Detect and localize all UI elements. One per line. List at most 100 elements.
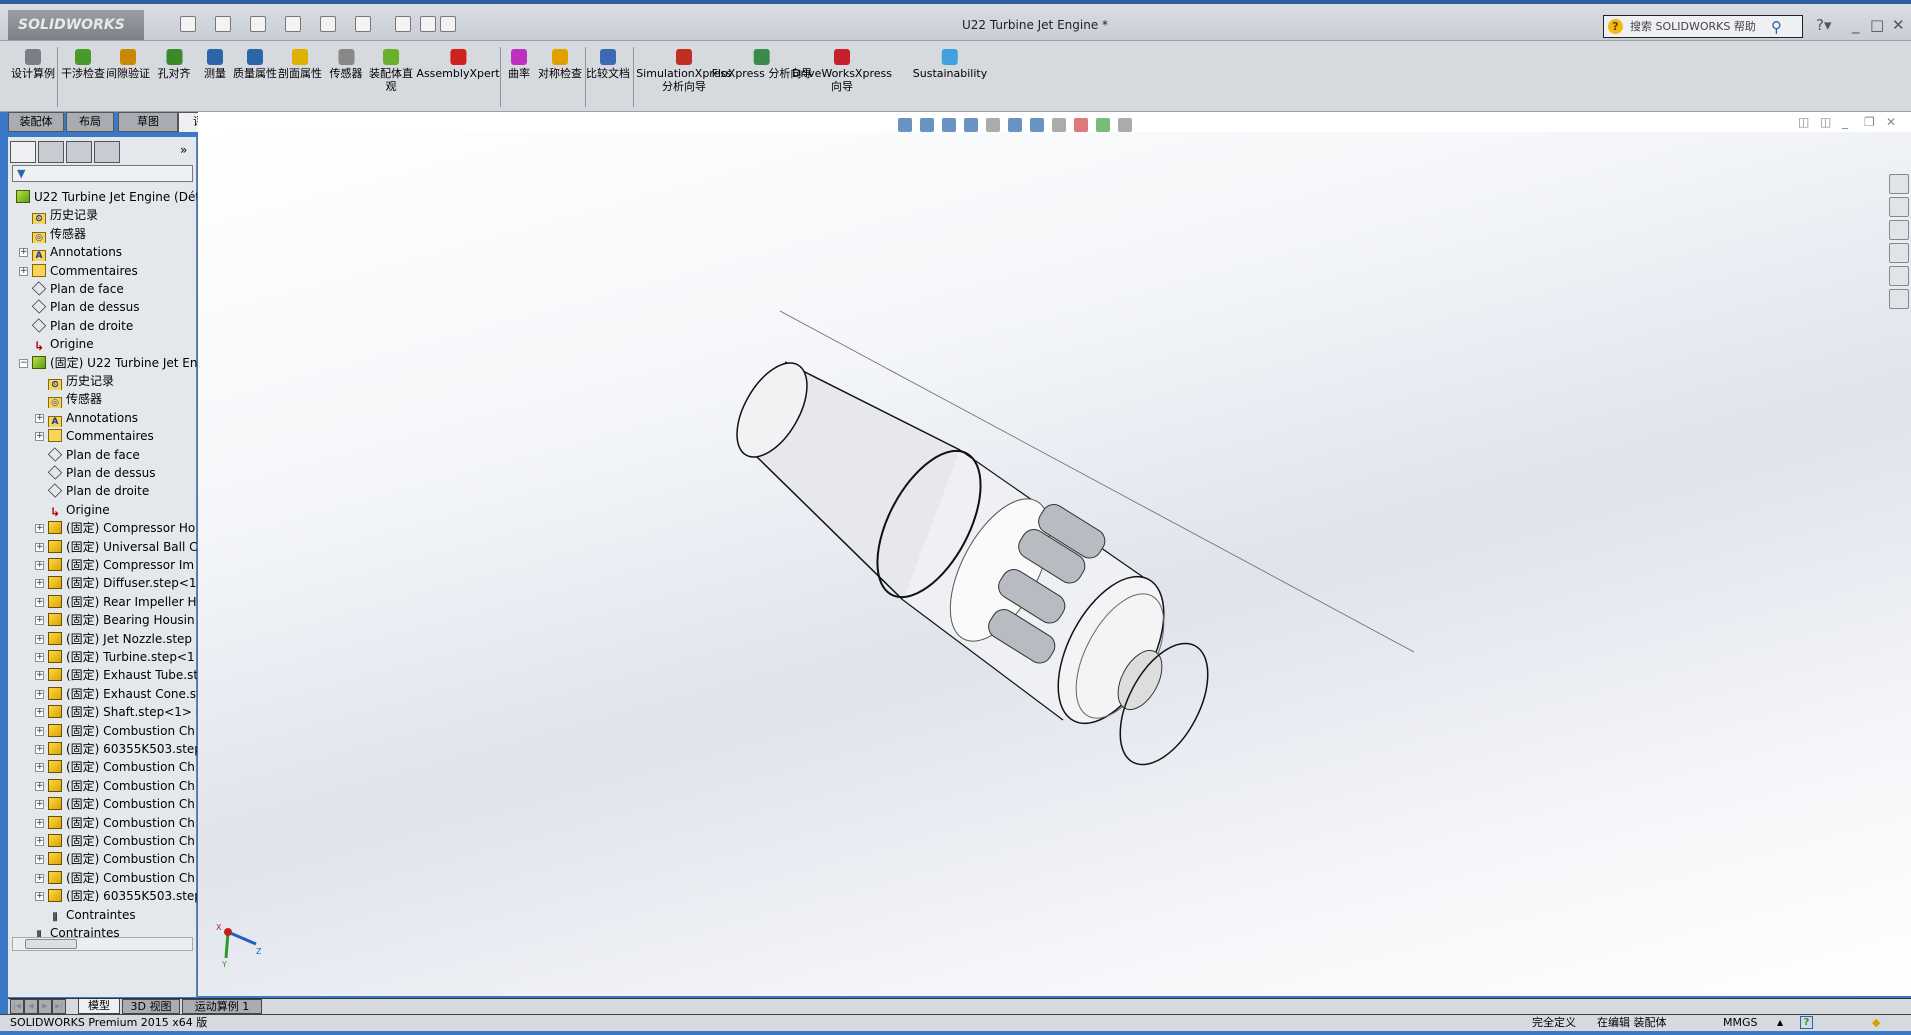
tab-nav-last-icon[interactable]: ▶| bbox=[52, 999, 66, 1014]
help-status-icon[interactable]: ? bbox=[1800, 1016, 1813, 1029]
tree-item[interactable]: (固定) Exhaust Cone.st bbox=[48, 685, 197, 703]
units-selector[interactable]: MMGS bbox=[1723, 1015, 1758, 1031]
units-dropdown-icon[interactable]: ▲ bbox=[1777, 1015, 1783, 1031]
print-icon[interactable] bbox=[285, 16, 301, 32]
expand-icon[interactable]: + bbox=[35, 763, 44, 773]
expand-icon[interactable]: + bbox=[35, 800, 44, 810]
expand-icon[interactable]: + bbox=[35, 873, 44, 883]
expand-icon[interactable]: + bbox=[35, 413, 44, 423]
file-explorer-icon[interactable] bbox=[1889, 220, 1909, 240]
bottom-tab-2[interactable]: 运动算例 1 bbox=[182, 999, 262, 1014]
tab-1[interactable]: 布局 bbox=[66, 112, 114, 132]
expand-icon[interactable]: + bbox=[35, 653, 44, 662]
ribbon-button-curvature[interactable]: 曲率 bbox=[508, 49, 530, 80]
tree-item[interactable]: (固定) Bearing Housin bbox=[48, 611, 197, 629]
ribbon-button-symmetry-check[interactable]: 对称检查 bbox=[538, 49, 582, 80]
tree-item[interactable]: ⏲ 历史记录 bbox=[48, 372, 197, 390]
ribbon-button-design-study[interactable]: 设计算例 bbox=[11, 49, 55, 80]
expand-icon[interactable]: + bbox=[19, 266, 28, 276]
expand-icon[interactable]: + bbox=[35, 726, 44, 736]
expand-icon[interactable]: + bbox=[35, 634, 44, 644]
search-icon[interactable]: ⚲ bbox=[1771, 17, 1782, 38]
save-icon[interactable] bbox=[250, 16, 266, 32]
tree-item[interactable]: (固定) Diffuser.step<1 bbox=[48, 574, 197, 592]
tree-item[interactable]: A Annotations bbox=[48, 409, 197, 427]
tree-item[interactable]: (固定) Combustion Ch bbox=[48, 758, 197, 776]
ribbon-button-section-properties[interactable]: 剖面属性 bbox=[278, 49, 322, 80]
tree-item[interactable]: (固定) Compressor Ho bbox=[48, 519, 197, 537]
property-manager-tab[interactable] bbox=[38, 141, 64, 163]
zoom-to-area-icon[interactable] bbox=[920, 118, 934, 132]
ribbon-button-compare-documents[interactable]: 比较文档 bbox=[586, 49, 630, 80]
bottom-tab-0[interactable]: 模型 bbox=[78, 999, 120, 1014]
ribbon-button-driveworksxpress[interactable]: DriveWorksXpress 向导 bbox=[787, 49, 897, 93]
tab-nav-next-icon[interactable]: ▶ bbox=[38, 999, 52, 1014]
expand-icon[interactable]: + bbox=[35, 432, 44, 442]
tab-nav-first-icon[interactable]: |◀ bbox=[10, 999, 24, 1014]
filter-icon[interactable]: ▼ bbox=[13, 167, 25, 180]
tile-right-icon[interactable]: ◫ bbox=[1820, 115, 1831, 129]
tree-item[interactable]: Plan de dessus bbox=[32, 298, 197, 316]
ribbon-button-mass-properties[interactable]: 质量属性 bbox=[233, 49, 277, 80]
tree-item[interactable]: (固定) Shaft.step<1> ( bbox=[48, 703, 197, 721]
section-view-icon[interactable] bbox=[964, 118, 978, 132]
expand-icon[interactable]: + bbox=[35, 597, 44, 607]
doc-minimize-icon[interactable]: _ bbox=[1842, 115, 1848, 129]
tree-item[interactable]: (固定) Combustion Ch bbox=[48, 832, 197, 850]
collapse-icon[interactable]: − bbox=[19, 358, 28, 368]
edit-appearance-icon[interactable] bbox=[1074, 118, 1088, 132]
ribbon-button-sustainability[interactable]: Sustainability bbox=[913, 49, 987, 80]
tree-item[interactable]: (固定) Jet Nozzle.step bbox=[48, 630, 197, 648]
hide-show-items-icon[interactable] bbox=[1052, 118, 1066, 132]
display-manager-tab[interactable] bbox=[94, 141, 120, 163]
ribbon-button-assemblyxpert[interactable]: AssemblyXpert bbox=[416, 49, 500, 80]
close-button[interactable]: ✕ bbox=[1892, 16, 1905, 34]
expand-icon[interactable]: + bbox=[35, 524, 44, 534]
minimize-button[interactable]: _ bbox=[1852, 16, 1860, 34]
expand-icon[interactable]: + bbox=[35, 745, 44, 754]
engine-model[interactable] bbox=[198, 132, 1911, 996]
tree-item[interactable]: Plan de face bbox=[48, 446, 197, 464]
expand-icon[interactable]: + bbox=[35, 818, 44, 828]
dynamic-annotation-icon[interactable] bbox=[986, 118, 1000, 132]
tree-item[interactable]: ⏲ 历史记录 bbox=[32, 206, 197, 225]
tree-item[interactable]: (固定) Turbine.step<1 bbox=[48, 648, 197, 666]
tree-item[interactable]: Plan de face bbox=[32, 280, 197, 298]
expand-icon[interactable]: + bbox=[35, 542, 44, 552]
custom-properties-icon[interactable] bbox=[1889, 289, 1909, 309]
undo-icon[interactable] bbox=[320, 16, 336, 32]
tree-item[interactable]: (固定) Combustion Ch bbox=[48, 814, 197, 832]
solidworks-resources-icon[interactable] bbox=[1889, 174, 1909, 194]
tree-item[interactable]: A Annotations bbox=[32, 243, 197, 262]
expand-icon[interactable]: + bbox=[35, 892, 44, 902]
tree-item[interactable]: (固定) Combustion Ch bbox=[48, 777, 197, 795]
view-settings-icon[interactable] bbox=[1118, 118, 1132, 132]
tree-item[interactable]: (固定) Combustion Ch bbox=[48, 722, 197, 740]
tree-item[interactable]: (固定) Rear Impeller H bbox=[48, 593, 197, 611]
maximize-button[interactable]: □ bbox=[1870, 16, 1884, 34]
tree-item[interactable]: (固定) 60355K503.step bbox=[48, 887, 197, 905]
options-icon[interactable] bbox=[440, 16, 456, 32]
help-search-input[interactable]: ? 搜索 SOLIDWORKS 帮助 ⚲ bbox=[1603, 15, 1803, 38]
tree-item[interactable]: Plan de dessus bbox=[48, 464, 197, 482]
tree-item[interactable]: (固定) 60355K503.step bbox=[48, 740, 197, 758]
tree-item[interactable]: (固定) U22 Turbine Jet En bbox=[32, 354, 197, 372]
tree-item[interactable]: Plan de droite bbox=[48, 482, 197, 500]
expand-icon[interactable]: + bbox=[35, 781, 44, 791]
tree-item[interactable]: U22 Turbine Jet Engine (Dét bbox=[16, 188, 197, 206]
tree-horizontal-scrollbar[interactable] bbox=[12, 937, 193, 951]
tree-item[interactable]: ◎ 传感器 bbox=[48, 390, 197, 409]
view-palette-icon[interactable] bbox=[1889, 243, 1909, 263]
tag-icon[interactable]: ◆ bbox=[1872, 1015, 1880, 1031]
scrollbar-thumb[interactable] bbox=[25, 939, 77, 949]
tree-item[interactable]: ⫴ Contraintes bbox=[48, 906, 197, 924]
help-menu-icon[interactable]: ?▾ bbox=[1816, 16, 1832, 34]
tree-item[interactable]: (固定) Combustion Ch bbox=[48, 850, 197, 868]
design-library-icon[interactable] bbox=[1889, 197, 1909, 217]
new-icon[interactable] bbox=[180, 16, 196, 32]
expand-icon[interactable]: + bbox=[35, 616, 44, 626]
tile-left-icon[interactable]: ◫ bbox=[1798, 115, 1809, 129]
ribbon-button-clearance-verification[interactable]: 间隙验证 bbox=[106, 49, 150, 80]
ribbon-button-assembly-visualization[interactable]: 装配体直观 bbox=[369, 49, 413, 93]
tab-2[interactable]: 草图 bbox=[118, 112, 178, 132]
